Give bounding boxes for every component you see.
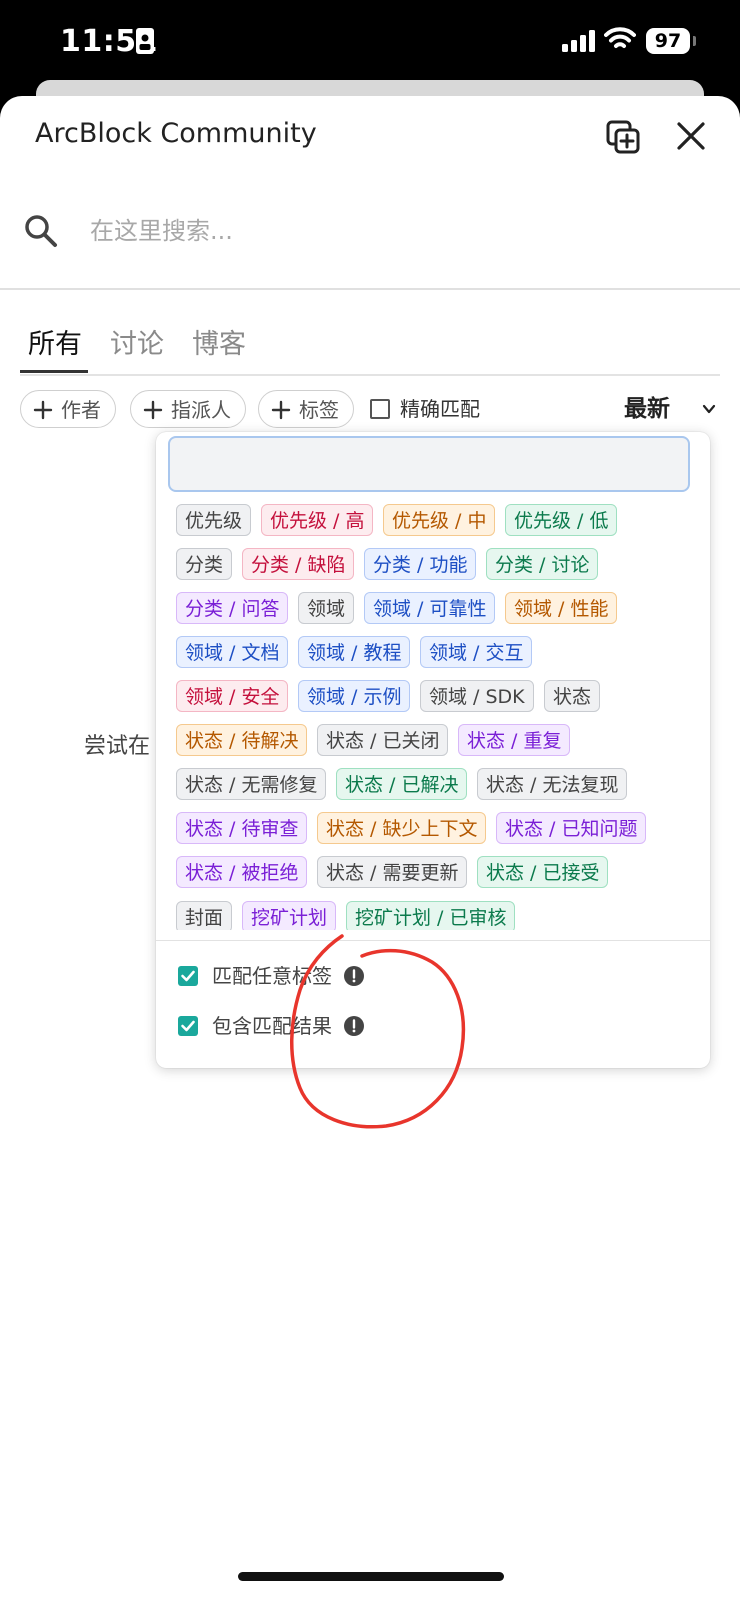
- tag-chip[interactable]: 优先级 / 高: [261, 504, 374, 536]
- tag-chip[interactable]: 状态 / 需要更新: [317, 856, 468, 888]
- cellular-signal-icon: [562, 30, 595, 52]
- tag-chip[interactable]: 优先级 / 中: [383, 504, 496, 536]
- tab-blogs[interactable]: 博客: [192, 322, 246, 361]
- tag-chip[interactable]: 领域 / 安全: [176, 680, 289, 712]
- tag-chip[interactable]: 状态 / 已解决: [336, 768, 468, 800]
- tag-chip[interactable]: 分类: [176, 548, 233, 580]
- close-icon[interactable]: [676, 121, 706, 151]
- empty-results-hint: 尝试在: [84, 734, 151, 759]
- assignee-filter-label: 指派人: [171, 398, 231, 422]
- tag-chip[interactable]: 状态 / 无需修复: [176, 768, 327, 800]
- tag-list[interactable]: 优先级 优先级 / 高优先级 / 中优先级 / 低分类 分类 / 缺陷 分类 / 功能…: [156, 504, 710, 930]
- copy-link-icon[interactable]: [606, 120, 640, 154]
- sort-select[interactable]: 最新: [624, 390, 670, 428]
- tag-chip[interactable]: 优先级 / 低: [505, 504, 618, 536]
- option-label: 包含匹配结果: [212, 1014, 332, 1038]
- tag-chip[interactable]: 领域 / 文档: [176, 636, 289, 668]
- tag-chip[interactable]: 状态 / 已接受: [477, 856, 609, 888]
- info-icon[interactable]: [344, 966, 364, 986]
- app-title: ArcBlock Community: [35, 118, 317, 149]
- checkbox-checked-icon: [178, 1016, 198, 1036]
- plus-icon: [143, 400, 163, 420]
- tag-chip[interactable]: 状态 / 待解决: [176, 724, 308, 756]
- search-icon: [25, 215, 57, 247]
- tag-chip[interactable]: 领域 / 示例: [298, 680, 411, 712]
- tag-chip[interactable]: 领域 / 性能: [505, 592, 618, 624]
- tab-bar: 所有 讨论 博客: [20, 314, 720, 376]
- checkbox-unchecked: [370, 399, 390, 419]
- author-filter-button[interactable]: 作者: [20, 390, 116, 428]
- include-matched-results-option[interactable]: 包含匹配结果: [178, 1010, 364, 1042]
- tag-chip[interactable]: 分类 / 讨论: [486, 548, 599, 580]
- exact-match-checkbox[interactable]: 精确匹配: [370, 390, 480, 428]
- tag-chip[interactable]: 领域 / 交互: [420, 636, 533, 668]
- tag-chip[interactable]: 领域: [298, 592, 355, 624]
- tag-chip[interactable]: 封面: [176, 901, 233, 930]
- wifi-icon: [604, 27, 636, 48]
- assignee-filter-button[interactable]: 指派人: [130, 390, 246, 428]
- tag-chip[interactable]: 分类 / 缺陷: [242, 548, 355, 580]
- search-sheet: ArcBlock Community 所有 讨论 博客 作者 指派人 标签: [0, 96, 740, 1600]
- tag-chip[interactable]: 状态 / 重复: [458, 724, 571, 756]
- chevron-down-icon[interactable]: [702, 402, 716, 416]
- checkbox-checked-icon: [178, 966, 198, 986]
- tag-search-input[interactable]: [168, 436, 690, 492]
- info-icon[interactable]: [344, 1016, 364, 1036]
- match-any-tag-option[interactable]: 匹配任意标签: [178, 960, 364, 992]
- tag-chip[interactable]: 领域 / 可靠性: [364, 592, 496, 624]
- search-input[interactable]: [88, 210, 692, 252]
- tag-chip[interactable]: 分类 / 功能: [364, 548, 477, 580]
- contact-card-icon: [136, 28, 154, 54]
- active-tab-indicator: [20, 370, 88, 373]
- tag-chip[interactable]: 领域 / SDK: [420, 680, 534, 712]
- battery-indicator: 97: [646, 28, 690, 54]
- tags-filter-label: 标签: [299, 398, 339, 422]
- tag-chip[interactable]: 状态 / 已知问题: [496, 812, 647, 844]
- tag-chip[interactable]: 状态: [544, 680, 601, 712]
- plus-icon: [271, 400, 291, 420]
- tag-chip[interactable]: 挖矿计划 / 已审核: [346, 901, 516, 930]
- tag-chip[interactable]: 状态 / 被拒绝: [176, 856, 308, 888]
- tag-chip[interactable]: 分类 / 问答: [176, 592, 289, 624]
- tag-chip[interactable]: 优先级: [176, 504, 252, 536]
- status-bar: 11:51 97: [0, 0, 740, 90]
- tag-chip[interactable]: 领域 / 教程: [298, 636, 411, 668]
- tag-chip[interactable]: 状态 / 无法复现: [477, 768, 628, 800]
- battery-nub: [693, 36, 696, 46]
- plus-icon: [33, 400, 53, 420]
- tab-all[interactable]: 所有: [28, 322, 82, 361]
- tag-dropdown: 优先级 优先级 / 高优先级 / 中优先级 / 低分类 分类 / 缺陷 分类 / 功能…: [156, 432, 710, 1068]
- search-bar: [0, 192, 740, 290]
- option-label: 匹配任意标签: [212, 964, 332, 988]
- tag-chip[interactable]: 挖矿计划: [242, 901, 337, 930]
- author-filter-label: 作者: [61, 398, 101, 422]
- filter-bar: 作者 指派人 标签 精确匹配 最新: [20, 390, 720, 432]
- tag-chip[interactable]: 状态 / 已关闭: [317, 724, 449, 756]
- exact-match-label: 精确匹配: [400, 397, 480, 421]
- tab-discussions[interactable]: 讨论: [110, 322, 164, 361]
- tag-chip[interactable]: 状态 / 待审查: [176, 812, 308, 844]
- tags-filter-button[interactable]: 标签: [258, 390, 354, 428]
- tag-chip[interactable]: 状态 / 缺少上下文: [317, 812, 487, 844]
- home-indicator: [238, 1572, 504, 1581]
- dropdown-divider: [156, 940, 710, 941]
